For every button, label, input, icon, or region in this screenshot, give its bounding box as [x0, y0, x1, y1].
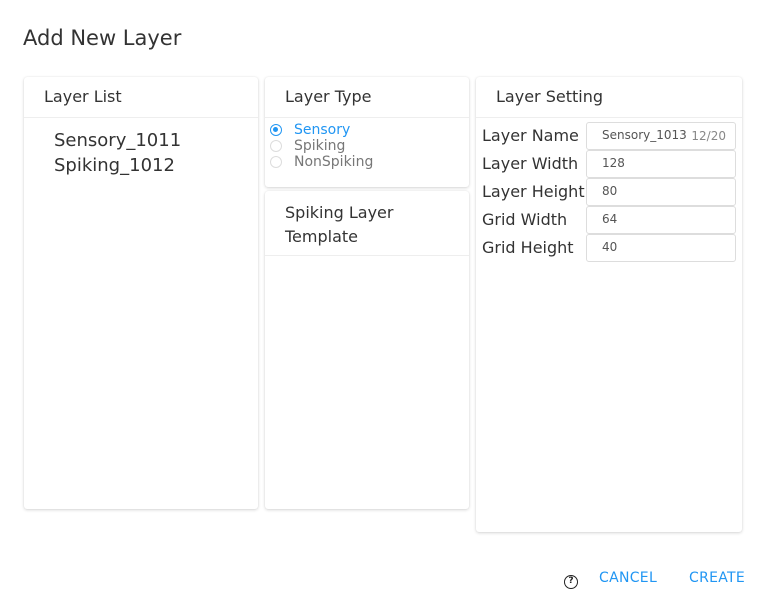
radio-label: Sensory: [294, 122, 351, 138]
radio-label: Spiking: [294, 138, 346, 154]
layer-height-input[interactable]: 80: [586, 178, 736, 206]
radio-unselected-icon[interactable]: [270, 156, 282, 168]
layer-list-card: Layer List Sensory_1011 Spiking_1012: [24, 77, 258, 509]
help-icon[interactable]: ?: [564, 575, 578, 589]
grid-height-value: 40: [602, 240, 618, 254]
layer-list: Sensory_1011 Spiking_1012: [24, 118, 258, 178]
char-counter: 12/20: [691, 129, 726, 143]
layer-height-row: Layer Height 80: [482, 178, 736, 206]
radio-label: NonSpiking: [294, 154, 374, 170]
radio-selected-icon[interactable]: [270, 124, 282, 136]
layer-width-value: 128: [602, 156, 625, 170]
layer-type-radio-group: Sensory Spiking NonSpiking: [265, 118, 469, 170]
grid-height-input[interactable]: 40: [586, 234, 736, 262]
template-header-line2: Template: [285, 227, 359, 246]
grid-width-row: Grid Width 64: [482, 206, 736, 234]
layer-type-option-spiking[interactable]: Spiking: [270, 138, 469, 154]
layer-height-value: 80: [602, 184, 618, 198]
layer-name-value: Sensory_1013: [602, 128, 687, 142]
cancel-button[interactable]: CANCEL: [599, 570, 657, 586]
radio-unselected-icon[interactable]: [270, 140, 282, 152]
grid-width-value: 64: [602, 212, 618, 226]
layer-type-option-sensory[interactable]: Sensory: [270, 122, 469, 138]
grid-height-row: Grid Height 40: [482, 234, 736, 262]
layer-type-option-nonspiking[interactable]: NonSpiking: [270, 154, 469, 170]
layer-setting-header: Layer Setting: [476, 77, 742, 118]
grid-height-label: Grid Height: [482, 238, 574, 257]
layer-list-item[interactable]: Spiking_1012: [54, 153, 258, 178]
grid-width-label: Grid Width: [482, 210, 568, 229]
create-button[interactable]: CREATE: [689, 570, 745, 586]
layer-list-item[interactable]: Sensory_1011: [54, 128, 258, 153]
grid-width-input[interactable]: 64: [586, 206, 736, 234]
layer-height-label: Layer Height: [482, 182, 585, 201]
layer-width-input[interactable]: 128: [586, 150, 736, 178]
template-header-line1: Spiking Layer: [285, 203, 394, 222]
layer-type-header: Layer Type: [265, 77, 469, 118]
layer-width-label: Layer Width: [482, 154, 579, 173]
layer-name-label: Layer Name: [482, 126, 579, 145]
layer-type-card: Layer Type Sensory Spiking NonSpiking: [265, 77, 469, 187]
template-card: Spiking Layer Template: [265, 191, 469, 509]
layer-setting-card: Layer Setting Layer Name Sensory_1013 12…: [476, 77, 742, 532]
layer-name-row: Layer Name Sensory_1013 12/20: [482, 122, 736, 150]
layer-width-row: Layer Width 128: [482, 150, 736, 178]
dialog-title: Add New Layer: [23, 26, 182, 50]
template-header: Spiking Layer Template: [265, 191, 469, 256]
layer-name-input[interactable]: Sensory_1013 12/20: [586, 122, 736, 150]
layer-list-header: Layer List: [24, 77, 258, 118]
